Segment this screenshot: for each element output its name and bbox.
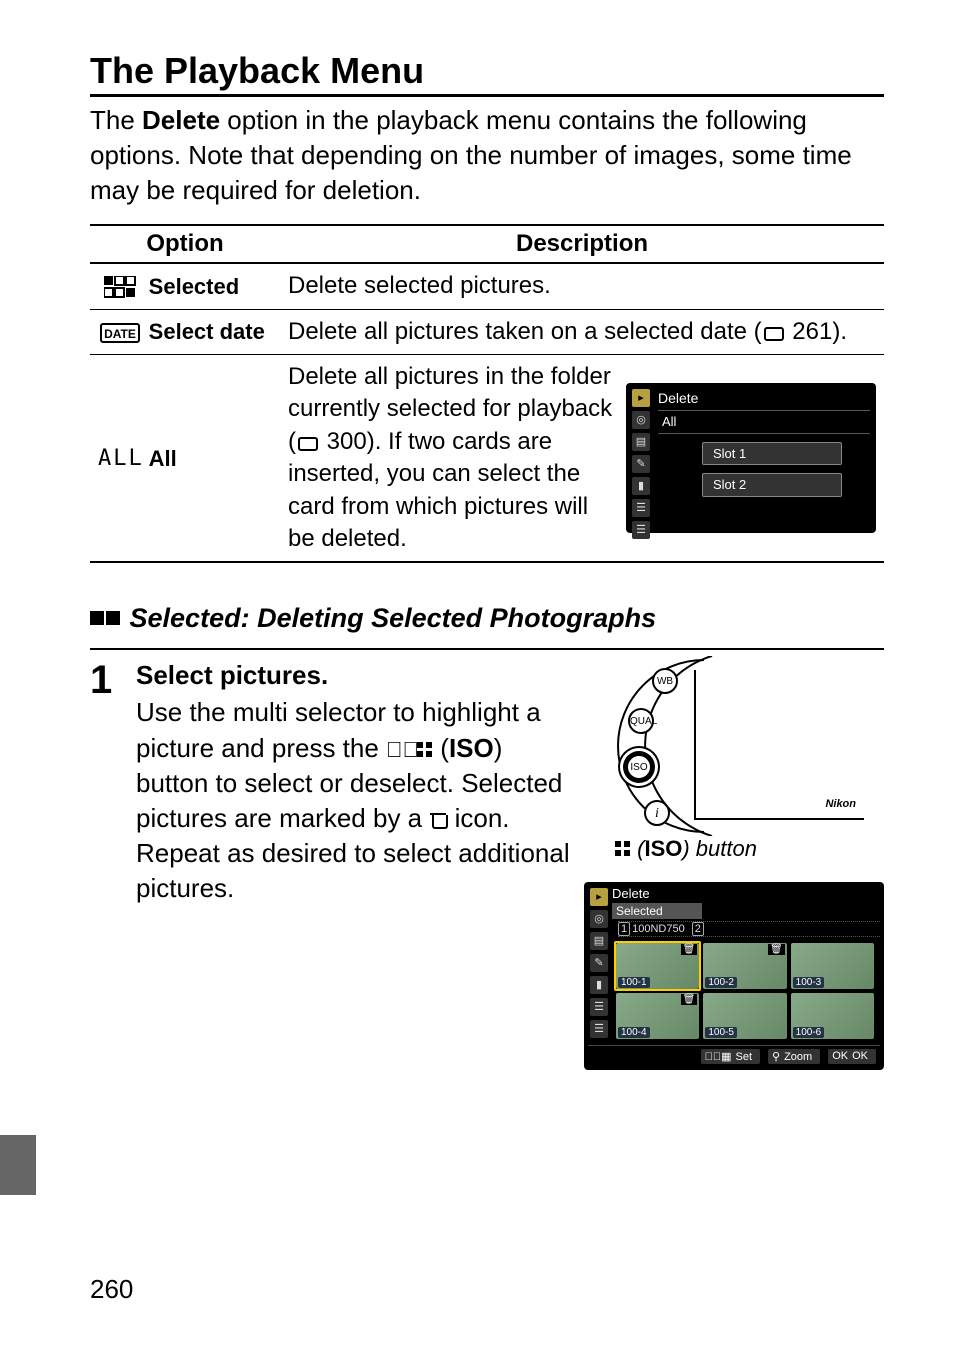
bar-set: ⚊⃝▦Set bbox=[701, 1049, 760, 1064]
iso-label-1: ISO bbox=[449, 733, 494, 763]
caption-post: ) button bbox=[682, 836, 757, 861]
thumb-5: 100-5 bbox=[703, 993, 786, 1039]
row-selected: Selected Delete selected pictures. bbox=[90, 263, 884, 309]
page-title: The Playback Menu bbox=[90, 50, 884, 97]
bar-ok: OKOK bbox=[828, 1049, 876, 1064]
camera-diagram: Nikon WB QUAL ISO i bbox=[594, 660, 874, 830]
sub-heading-text: Selected: Deleting Selected Photographs bbox=[130, 603, 657, 633]
slot-2: Slot 2 bbox=[702, 473, 842, 497]
screen-title: Delete bbox=[658, 389, 870, 408]
date-icon: DATE bbox=[98, 318, 142, 346]
row-all: ALL All Delete all pictures in the folde… bbox=[90, 355, 884, 563]
screenshot-side-icons: ▸◎▤✎▮☰☰ bbox=[632, 389, 650, 539]
select-date-desc-post: ). bbox=[832, 318, 847, 345]
col-description: Description bbox=[280, 225, 884, 263]
all-icon: ALL bbox=[98, 446, 142, 471]
delete-selected-screenshot: ▸◎▤✎▮☰☰ Delete Selected 1100ND750 2 🗑100… bbox=[584, 882, 884, 1070]
intro-bold: Delete bbox=[142, 105, 220, 135]
all-ref: 300 bbox=[327, 428, 367, 455]
screen-sub: All bbox=[658, 410, 870, 434]
select-date-label: Select date bbox=[149, 319, 265, 345]
thumbs-title: Delete bbox=[612, 886, 880, 901]
zoom-out-icon: ⚊⃝ bbox=[386, 735, 419, 765]
iso-label-caption: ISO bbox=[644, 836, 682, 861]
intro-pre: The bbox=[90, 105, 142, 135]
svg-text:DATE: DATE bbox=[104, 327, 136, 341]
page-number: 260 bbox=[90, 1274, 133, 1305]
heading-bullet-2 bbox=[106, 611, 120, 625]
step-title: Select pictures. bbox=[136, 660, 572, 691]
selected-icon bbox=[98, 273, 142, 301]
thumb-1: 🗑100-1 bbox=[616, 943, 699, 989]
col-option: Option bbox=[90, 225, 280, 263]
thumb-2: 🗑100-2 bbox=[703, 943, 786, 989]
delete-all-screenshot: ▸◎▤✎▮☰☰ Delete All Slot 1 Slot 2 bbox=[626, 383, 876, 533]
thumbnail-grid: 🗑100-1 🗑100-2 100-3 🗑100-4 100-5 100-6 bbox=[588, 937, 880, 1041]
bar-zoom: ⚲Zoom bbox=[768, 1049, 820, 1064]
slot-1: Slot 1 bbox=[702, 442, 842, 466]
thumbs-bottom-bar: ⚊⃝▦Set ⚲Zoom OKOK bbox=[588, 1045, 880, 1066]
step-number: 1 bbox=[90, 660, 124, 1070]
thumbs-folder: 1100ND750 2 bbox=[618, 921, 880, 937]
nikon-brand-label: Nikon bbox=[825, 798, 856, 810]
trash-icon bbox=[429, 811, 447, 829]
sub-heading: Selected: Deleting Selected Photographs bbox=[90, 603, 884, 634]
row-select-date: DATE Select date Delete all pictures tak… bbox=[90, 309, 884, 354]
qual-button: QUAL bbox=[628, 708, 654, 734]
selected-desc: Delete selected pictures. bbox=[280, 263, 884, 309]
select-date-ref: 261 bbox=[792, 318, 832, 345]
select-date-desc: Delete all pictures taken on a selected … bbox=[280, 309, 884, 354]
thumbnail-grid-icon-caption bbox=[615, 841, 631, 857]
all-label: All bbox=[149, 446, 177, 472]
heading-bullet-1 bbox=[90, 611, 104, 625]
thumb-4: 🗑100-4 bbox=[616, 993, 699, 1039]
step-1: 1 Select pictures. Use the multi selecto… bbox=[90, 648, 884, 1070]
intro-text: The Delete option in the playback menu c… bbox=[90, 103, 884, 208]
page-side-tab bbox=[0, 1135, 36, 1195]
select-date-desc-pre: Delete all pictures taken on a selected … bbox=[288, 318, 762, 345]
thumbnail-grid-icon bbox=[417, 742, 433, 758]
thumb-6: 100-6 bbox=[791, 993, 874, 1039]
diagram-caption: ⚊⃝ (ISO) button bbox=[584, 836, 884, 862]
book-ref-icon-2 bbox=[298, 437, 318, 451]
thumb-3: 100-3 bbox=[791, 943, 874, 989]
all-desc: Delete all pictures in the folder curren… bbox=[288, 361, 614, 555]
thumbs-sub: Selected bbox=[612, 903, 702, 919]
selected-label: Selected bbox=[149, 274, 240, 300]
step-body: Use the multi selector to highlight a pi… bbox=[136, 695, 572, 906]
options-table: Option Description bbox=[90, 224, 884, 563]
book-ref-icon bbox=[764, 327, 784, 341]
zoom-out-icon-caption: ⚊⃝ bbox=[584, 836, 617, 862]
screenshot-side-icons-2: ▸◎▤✎▮☰☰ bbox=[590, 888, 608, 1038]
